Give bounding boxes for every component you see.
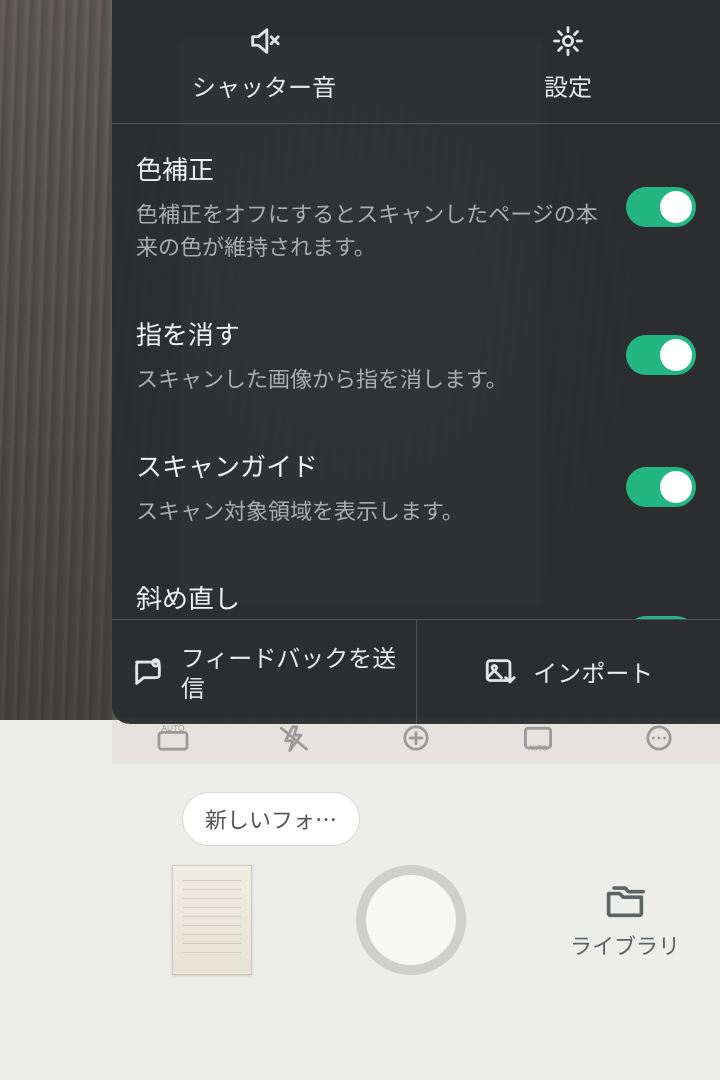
last-scan-thumbnail[interactable] bbox=[172, 865, 252, 975]
send-feedback-label: フィードバックを送信 bbox=[181, 642, 397, 702]
settings-rows: 色補正 色補正をオフにするとスキャンしたページの本来の色が維持されます。 指を消… bbox=[112, 124, 720, 619]
panel-footer: フィードバックを送信 インポート bbox=[112, 619, 720, 724]
setting-desc: 色補正をオフにするとスキャンしたページの本来の色が維持されます。 bbox=[136, 197, 608, 263]
toggle-deskew[interactable] bbox=[626, 616, 696, 620]
send-feedback-button[interactable]: フィードバックを送信 bbox=[112, 620, 416, 724]
tab-settings[interactable]: 設定 bbox=[416, 0, 720, 123]
settings-tabs: シャッター音 設定 bbox=[112, 0, 720, 124]
library-button[interactable]: ライブラリ bbox=[570, 879, 680, 961]
folder-chip[interactable]: 新しいフォ… bbox=[182, 792, 360, 846]
folder-stack-icon bbox=[603, 879, 647, 919]
tab-shutter-sound-label: シャッター音 bbox=[192, 68, 336, 103]
setting-row-erase-fingers: 指を消す スキャンした画像から指を消します。 bbox=[112, 289, 720, 421]
capture-bar: 新しいフォ… ライブラリ bbox=[112, 764, 720, 1080]
gear-icon bbox=[551, 24, 585, 58]
folder-chip-label: 新しいフォ… bbox=[205, 803, 337, 835]
library-label: ライブラリ bbox=[570, 929, 680, 961]
image-import-icon bbox=[483, 655, 517, 689]
shutter-button[interactable] bbox=[356, 865, 466, 975]
volume-mute-icon bbox=[247, 24, 281, 58]
setting-row-deskew: 斜め直し スキャン結果がより平らになるように、斜めを調整します。 bbox=[112, 553, 720, 619]
setting-title: 色補正 bbox=[136, 150, 608, 187]
feedback-icon bbox=[131, 655, 165, 689]
viewfinder-left-gutter bbox=[0, 0, 112, 720]
toggle-color-correction[interactable] bbox=[626, 187, 696, 227]
setting-row-color-correction: 色補正 色補正をオフにするとスキャンしたページの本来の色が維持されます。 bbox=[112, 124, 720, 289]
tab-shutter-sound[interactable]: シャッター音 bbox=[112, 0, 416, 123]
more-options-icon[interactable] bbox=[641, 724, 677, 752]
setting-desc: スキャン対象領域を表示します。 bbox=[136, 494, 608, 527]
toggle-scan-guide[interactable] bbox=[626, 467, 696, 507]
svg-text:AUTO: AUTO bbox=[528, 746, 548, 752]
import-label: インポート bbox=[533, 657, 653, 687]
bottom-left-gutter bbox=[0, 720, 112, 1080]
add-page-icon[interactable] bbox=[398, 724, 434, 752]
setting-title: 斜め直し bbox=[136, 579, 608, 616]
svg-text:AUTO: AUTO bbox=[161, 724, 185, 733]
tab-settings-label: 設定 bbox=[544, 68, 592, 103]
flash-off-icon[interactable] bbox=[276, 724, 312, 752]
auto-crop-icon[interactable]: AUTO bbox=[520, 724, 556, 752]
setting-title: 指を消す bbox=[136, 315, 608, 352]
camera-toolbar: AUTO AUTO bbox=[112, 724, 720, 764]
setting-title: スキャンガイド bbox=[136, 447, 608, 484]
setting-row-scan-guide: スキャンガイド スキャン対象領域を表示します。 bbox=[112, 421, 720, 553]
auto-mode-icon[interactable]: AUTO bbox=[155, 724, 191, 752]
setting-desc: スキャンした画像から指を消します。 bbox=[136, 362, 608, 395]
settings-panel: シャッター音 設定 色補正 色補正をオフにするとスキャンしたページの本来の色が維… bbox=[112, 0, 720, 724]
toggle-erase-fingers[interactable] bbox=[626, 335, 696, 375]
import-button[interactable]: インポート bbox=[416, 620, 720, 724]
